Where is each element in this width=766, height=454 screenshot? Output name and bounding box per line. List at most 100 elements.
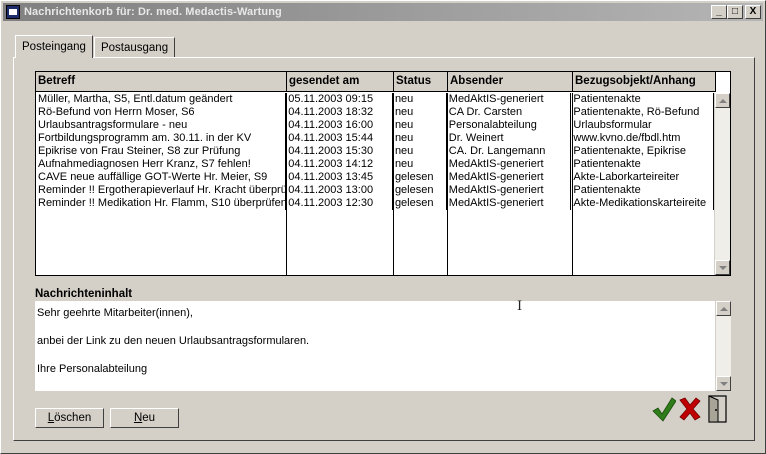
confirm-button[interactable]: [652, 394, 676, 424]
content-scrollbar[interactable]: [715, 301, 731, 391]
cell-gesendet-am: 04.11.2003 15:30: [286, 145, 393, 158]
content-line: anbei der Link zu den neuen Urlaubsantra…: [37, 335, 310, 347]
cell-status: gelesen: [393, 197, 447, 210]
cell-status: neu: [393, 106, 447, 119]
cell-bezugsobjekt: Patientenakte, Rö-Befund: [571, 106, 714, 119]
door-exit-icon: [708, 395, 727, 423]
delete-button-label: öschen: [54, 412, 92, 424]
new-button-label: eu: [142, 412, 156, 424]
tab-bar: Posteingang Postausgang: [15, 35, 176, 58]
column-header-status[interactable]: Status: [394, 72, 448, 92]
window-controls: _ □ X: [711, 5, 761, 19]
content-line: Ihre Personalabteilung: [37, 363, 148, 375]
cell-absender: MedAktIS-generiert: [447, 93, 572, 106]
cell-absender: MedAktIS-generiert: [447, 197, 572, 210]
cell-status: neu: [393, 93, 447, 106]
cell-absender: CA. Dr. Langemann: [447, 145, 572, 158]
cell-status: neu: [393, 158, 447, 171]
cell-betreff: Aufnahmediagnosen Herr Kranz, S7 fehlen!: [36, 158, 287, 171]
cell-bezugsobjekt: Patientenakte: [571, 93, 714, 106]
cell-absender: MedAktIS-generiert: [447, 171, 572, 184]
cell-status: gelesen: [393, 184, 447, 197]
cell-absender: Personalabteilung: [447, 119, 572, 132]
cell-betreff: Fortbildungsprogramm am. 30.11. in der K…: [36, 132, 287, 145]
cell-bezugsobjekt: Patientenakte, Epikrise: [571, 145, 714, 158]
scroll-down-button[interactable]: [715, 260, 730, 275]
cell-gesendet-am: 05.11.2003 09:15: [286, 93, 393, 106]
cell-status: gelesen: [393, 171, 447, 184]
app-icon: [6, 5, 20, 19]
cell-status: neu: [393, 119, 447, 132]
cancel-button[interactable]: [678, 394, 702, 424]
message-basket-window: Nachrichtenkorb für: Dr. med. Medactis-W…: [0, 0, 766, 454]
arrow-down-icon: [719, 381, 728, 386]
new-button-mnemonic: N: [133, 412, 143, 424]
content-line: Sehr geehrte Mitarbeiter(innen),: [37, 307, 193, 319]
table-row[interactable]: Rö-Befund von Herrn Moser, S6 04.11.2003…: [36, 106, 714, 119]
text-cursor-icon: I: [517, 299, 523, 314]
close-button[interactable]: X: [745, 5, 761, 19]
cell-bezugsobjekt: Akte-Laborkarteireiter: [571, 171, 714, 184]
table-row[interactable]: Fortbildungsprogramm am. 30.11. in der K…: [36, 132, 714, 145]
arrow-down-icon: [718, 265, 727, 270]
cell-bezugsobjekt: Patientenakte: [571, 184, 714, 197]
cell-bezugsobjekt: Urlaubsformular: [571, 119, 714, 132]
cell-betreff: Müller, Martha, S5, Entl.datum geändert: [36, 93, 287, 106]
table-row[interactable]: Epikrise von Frau Steiner, S8 zur Prüfun…: [36, 145, 714, 158]
table-row[interactable]: Reminder !! Ergotherapieverlauf Hr. Krac…: [36, 184, 714, 197]
message-content-field[interactable]: Sehr geehrte Mitarbeiter(innen), anbei d…: [35, 301, 731, 391]
column-header-absender[interactable]: Absender: [448, 72, 573, 92]
cell-status: neu: [393, 132, 447, 145]
cell-gesendet-am: 04.11.2003 18:32: [286, 106, 393, 119]
table-row[interactable]: CAVE neue auffällige GOT-Werte Hr. Meier…: [36, 171, 714, 184]
tab-postausgang[interactable]: Postausgang: [93, 37, 176, 57]
minimize-button[interactable]: _: [711, 5, 727, 19]
cell-absender: MedAktIS-generiert: [447, 184, 572, 197]
window-title: Nachrichtenkorb für: Dr. med. Medactis-W…: [24, 6, 282, 18]
cell-betreff: Reminder !! Medikation Hr. Flamm, S10 üb…: [38, 197, 287, 210]
cell-status: neu: [393, 145, 447, 158]
maximize-button[interactable]: □: [727, 5, 743, 19]
table-body: Müller, Martha, S5, Entl.datum geändert …: [36, 93, 716, 275]
arrow-up-icon: [718, 98, 727, 103]
table-row[interactable]: Aufnahmediagnosen Herr Kranz, S7 fehlen!…: [36, 158, 714, 171]
check-icon: [652, 397, 676, 422]
cell-gesendet-am: 04.11.2003 14:12: [286, 158, 393, 171]
table-scrollbar[interactable]: [714, 93, 730, 275]
scroll-up-button[interactable]: [716, 301, 731, 316]
cell-betreff: Rö-Befund von Herrn Moser, S6: [36, 106, 287, 119]
cell-betreff: Urlaubsantragsformulare - neu: [36, 119, 287, 132]
scroll-up-button[interactable]: [715, 93, 730, 108]
table-row[interactable]: Müller, Martha, S5, Entl.datum geändert …: [36, 93, 714, 106]
column-header-betreff[interactable]: Betreff: [36, 72, 287, 92]
content-label: Nachrichteninhalt: [35, 288, 133, 300]
table-row[interactable]: Urlaubsantragsformulare - neu 04.11.2003…: [36, 119, 714, 132]
title-bar[interactable]: Nachrichtenkorb für: Dr. med. Medactis-W…: [3, 3, 763, 21]
table-row[interactable]: Reminder !! Medikation Hr. Flamm, S10 üb…: [36, 197, 714, 210]
cell-gesendet-am: 04.11.2003 13:45: [286, 171, 393, 184]
cell-gesendet-am: 04.11.2003 15:44: [286, 132, 393, 145]
cell-absender: CA Dr. Carsten: [447, 106, 572, 119]
tab-posteingang[interactable]: Posteingang: [15, 35, 93, 58]
cell-gesendet-am: 04.11.2003 13:00: [286, 184, 393, 197]
table-header: Betreff gesendet am Status Absender Bezu…: [36, 72, 716, 92]
cell-absender: Dr. Weinert: [447, 132, 572, 145]
exit-button[interactable]: [705, 394, 729, 424]
column-header-bezugsobjekt[interactable]: Bezugsobjekt/Anhang: [573, 72, 716, 92]
arrow-up-icon: [719, 306, 728, 311]
cell-bezugsobjekt: Patientenakte: [571, 158, 714, 171]
message-table: Betreff gesendet am Status Absender Bezu…: [35, 71, 731, 276]
delete-button[interactable]: Löschen: [35, 408, 104, 428]
new-button[interactable]: Neu: [110, 408, 179, 428]
scroll-down-button[interactable]: [716, 376, 731, 391]
cell-bezugsobjekt: www.kvno.de/fbdl.htm: [571, 132, 714, 145]
cell-betreff: Epikrise von Frau Steiner, S8 zur Prüfun…: [36, 145, 287, 158]
cell-betreff: CAVE neue auffällige GOT-Werte Hr. Meier…: [36, 171, 287, 184]
column-header-gesendet-am[interactable]: gesendet am: [287, 72, 394, 92]
cell-bezugsobjekt: Akte-Medikationskarteireite: [571, 197, 714, 210]
x-icon: [679, 397, 701, 421]
cell-gesendet-am: 04.11.2003 12:30: [286, 197, 393, 210]
cell-betreff: Reminder !! Ergotherapieverlauf Hr. Krac…: [38, 184, 287, 197]
cell-absender: MedAktIS-generiert: [447, 158, 572, 171]
cell-gesendet-am: 04.11.2003 16:00: [286, 119, 393, 132]
